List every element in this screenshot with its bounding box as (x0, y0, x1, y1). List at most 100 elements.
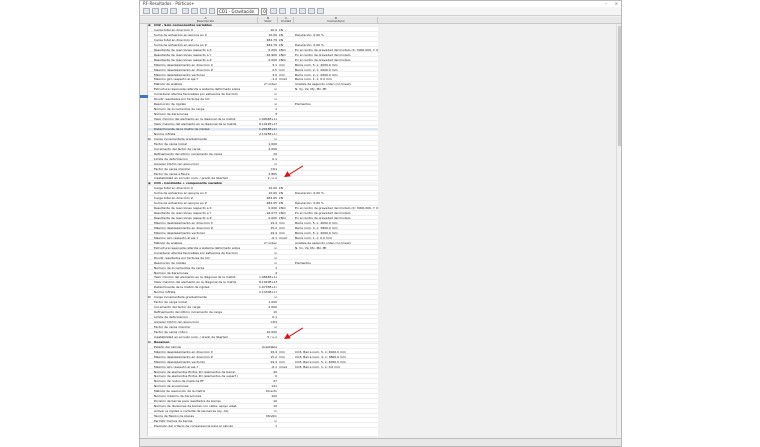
row-expand-icon[interactable] (148, 371, 153, 373)
table-row[interactable]: Carga total en dirección Z 482.95 kN (148, 197, 378, 201)
section-header-row[interactable]: ▣ CO3 - Constante + componente variable (148, 182, 378, 186)
table-row[interactable]: Número de elementos finitos 2D (elemento… (148, 375, 378, 379)
scrollbar-thumb[interactable] (618, 26, 621, 146)
row-expand-icon[interactable] (148, 281, 153, 283)
table-row[interactable]: Factor de carga máximo ☑ (148, 326, 378, 330)
section-header-row[interactable]: ⊟ Resumen (148, 340, 378, 345)
table-row[interactable]: Suma de esfuerzos en apoyos en Z 482.95 kN… (148, 202, 378, 206)
row-expand-icon[interactable] (148, 123, 153, 125)
row-expand-icon[interactable] (148, 173, 153, 175)
table-row[interactable]: Máximo desplazamiento en dirección X 19.4… (148, 222, 378, 226)
table-row[interactable]: Carga total en dirección Z 482.79 kN (148, 39, 378, 43)
row-expand-icon[interactable]: ▣ (148, 24, 153, 26)
table-row[interactable]: Valor máximo del elemento en la diagonal… (148, 123, 378, 127)
table-row[interactable]: Resolución de rigidez ☑ Elementos (148, 262, 378, 266)
table-row[interactable]: ⊟ Carga incrementada gradualmente ☑ (148, 296, 378, 300)
row-expand-icon[interactable] (148, 217, 153, 219)
table-row[interactable]: Factor de carga crítico 10.000 (148, 331, 378, 335)
row-expand-icon[interactable] (148, 267, 153, 269)
table-row[interactable]: Máximo desplazamiento en dirección Z 2.5 m… (148, 69, 378, 72)
sort-icon[interactable] (170, 8, 177, 14)
row-expand-icon[interactable] (148, 49, 153, 51)
row-expand-icon[interactable] (148, 212, 153, 214)
table-row[interactable]: Número de nudos de malla de EF 47 (148, 380, 378, 384)
vertical-scrollbar[interactable] (616, 24, 621, 436)
row-expand-icon[interactable] (148, 346, 153, 348)
select-icon[interactable] (200, 8, 207, 14)
table-row[interactable]: Estructura reservada referida a sistema … (148, 247, 378, 251)
row-expand-icon[interactable] (148, 262, 153, 264)
table-row[interactable]: Número de iteraciones 3 (148, 113, 378, 117)
options-icon[interactable] (191, 8, 198, 14)
table-row[interactable]: Máximo desplazamiento vectorial 3.0 mm Barr… (148, 74, 378, 77)
table-row[interactable]: Permitir tramos de barras ☑ (148, 420, 378, 424)
table-row[interactable]: Factor de carga inicial 1.000 (148, 301, 378, 305)
table-row[interactable]: Factor de carga a fisura 2.805 (148, 173, 378, 176)
table-row[interactable]: Máximo desplazamiento vectorial 19.4 mm CO3… (148, 361, 378, 365)
table-row[interactable]: Valor mínimo del elemento en la diagonal… (148, 276, 378, 280)
row-expand-icon[interactable] (148, 168, 153, 170)
row-expand-icon[interactable] (148, 108, 153, 110)
row-expand-icon[interactable] (148, 316, 153, 318)
settings-icon[interactable] (317, 8, 324, 14)
table-row[interactable]: Máximo giro respecto al eje Y -6.1 mrad Bar… (148, 237, 378, 241)
row-expand-icon[interactable] (148, 336, 153, 338)
row-expand-icon[interactable] (148, 375, 153, 377)
column-c-header[interactable]: C Unidad (279, 16, 294, 24)
row-expand-icon[interactable] (148, 74, 153, 76)
row-expand-icon[interactable] (148, 158, 153, 160)
row-expand-icon[interactable] (148, 420, 153, 422)
table-row[interactable]: Límite de deformación 0.1 (148, 316, 378, 320)
row-expand-icon[interactable] (148, 64, 153, 66)
filter-icon[interactable] (161, 8, 168, 14)
table-row[interactable]: Máximo giro respecto al eje Y -1.2 mrad Bar… (148, 78, 378, 82)
table-row[interactable]: Refinamiento del último incremento de ca… (148, 153, 378, 157)
row-expand-icon[interactable] (148, 103, 153, 105)
table-row[interactable]: Máximo giro respecto al eje Y -6.1 mrad CO3… (148, 366, 378, 369)
table-row[interactable]: Máximo desplazamiento en dirección Z 15.2… (148, 227, 378, 231)
table-row[interactable]: Carga total en dirección X 10.0 kN (148, 29, 378, 33)
row-expand-icon[interactable] (148, 311, 153, 313)
row-expand-icon[interactable] (148, 232, 153, 234)
table-icon[interactable] (152, 8, 159, 14)
row-expand-icon[interactable] (148, 356, 153, 358)
row-expand-icon[interactable] (148, 415, 153, 417)
table-row[interactable]: Número de incrementos de carga 1 (148, 267, 378, 270)
table-row[interactable]: Suma de esfuerzos en apoyos en X 10.00 kN D… (148, 192, 378, 196)
table-row[interactable]: Factor de carga máximo CO1 (148, 168, 378, 171)
table-row[interactable]: Valor mínimo del elemento en la diagonal… (148, 118, 378, 122)
table-row[interactable]: Método de análisis 2º orden Análisis de se… (148, 242, 378, 246)
table-row[interactable]: Carga total en dirección X 10.00 kN (148, 187, 378, 191)
row-expand-icon[interactable] (148, 93, 153, 95)
table-row[interactable]: Activar la rigidez a cortante de las bar… (148, 410, 378, 414)
row-expand-icon[interactable] (148, 291, 153, 293)
row-expand-icon[interactable] (148, 400, 153, 402)
table-row[interactable]: Suma de esfuerzos en apoyos en X 10.00 kN D… (148, 34, 378, 38)
row-expand-icon[interactable] (148, 34, 153, 36)
row-expand-icon[interactable] (148, 133, 153, 135)
table-row[interactable]: Determinante de la matriz de rigidez 1.20… (148, 127, 378, 132)
row-expand-icon[interactable] (148, 177, 153, 179)
load-case-selector-icon[interactable] (209, 8, 215, 14)
table-row[interactable]: Precisión del criterio de convergencia p… (148, 425, 378, 429)
row-expand-icon[interactable] (148, 118, 153, 120)
table-row[interactable]: Resultante de reacciones respecto a X 0.0… (148, 207, 378, 211)
row-expand-icon[interactable] (148, 242, 153, 244)
table-row[interactable]: Inestabilidad en el nudo núm. / grado de… (148, 336, 378, 340)
row-expand-icon[interactable] (148, 29, 153, 31)
row-expand-icon[interactable]: ⊟ (148, 296, 153, 298)
table-row[interactable]: Número máximo de iteraciones 100 (148, 395, 378, 399)
table-row[interactable]: División de barras para resultados de ba… (148, 400, 378, 404)
row-expand-icon[interactable] (148, 163, 153, 165)
row-expand-icon[interactable] (148, 361, 153, 363)
row-expand-icon[interactable] (148, 272, 153, 274)
row-expand-icon[interactable]: ▣ (148, 182, 153, 184)
row-expand-icon[interactable] (148, 252, 153, 254)
row-expand-icon[interactable] (148, 39, 153, 41)
row-expand-icon[interactable] (148, 351, 153, 353)
table-row[interactable]: Resolución de rigidez ☑ Elementos (148, 103, 378, 107)
row-expand-icon[interactable] (148, 192, 153, 194)
row-expand-icon[interactable] (148, 113, 153, 115)
row-expand-icon[interactable] (148, 98, 153, 100)
row-expand-icon[interactable] (148, 128, 153, 130)
